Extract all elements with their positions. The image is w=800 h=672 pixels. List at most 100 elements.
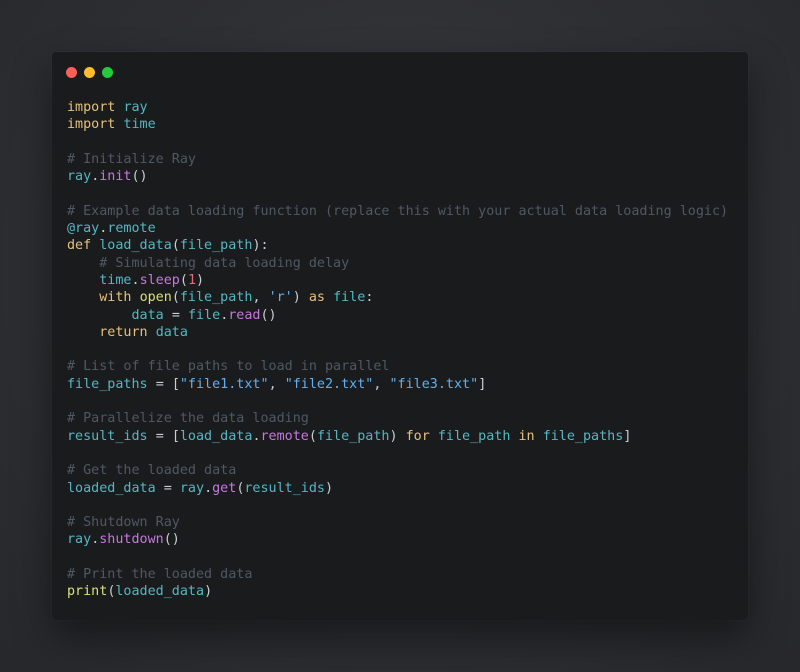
code-token: print bbox=[67, 584, 108, 600]
code-line: def load_data(file_path): bbox=[67, 237, 728, 254]
code-token: . bbox=[204, 480, 213, 496]
code-token: return bbox=[99, 324, 148, 340]
code-line: ray.shutdown() bbox=[67, 531, 728, 548]
code-token: data bbox=[155, 324, 188, 340]
code-token: # Simulating data loading delay bbox=[99, 255, 350, 271]
code-line: ​ bbox=[67, 497, 728, 514]
code-token: sleep bbox=[139, 272, 180, 288]
code-line: import ray bbox=[67, 99, 728, 116]
code-line: ray.init() bbox=[67, 168, 728, 185]
code-line: loaded_data = ray.get(result_ids) bbox=[67, 480, 728, 497]
code-token: file_path bbox=[179, 290, 253, 306]
code-token: shutdown bbox=[99, 532, 164, 548]
code-token: [ bbox=[171, 428, 180, 444]
code-token: data bbox=[131, 307, 164, 323]
code-token: loaded_data bbox=[67, 480, 156, 496]
code-line: import time bbox=[67, 116, 728, 133]
code-token: remote bbox=[260, 428, 309, 444]
zoom-icon[interactable] bbox=[102, 67, 113, 78]
code-token: ) bbox=[292, 290, 301, 306]
code-token: result_ids bbox=[67, 428, 148, 444]
code-line: ​ bbox=[67, 549, 728, 566]
code-token: # List of file paths to load in parallel bbox=[67, 359, 390, 375]
code-token: 'r' bbox=[268, 290, 293, 306]
minimize-icon[interactable] bbox=[84, 67, 95, 78]
code-token: : bbox=[365, 290, 374, 306]
code-token: "file2.txt" bbox=[284, 376, 374, 392]
code-token: # Get the loaded data bbox=[67, 463, 237, 479]
code-token: . bbox=[131, 272, 140, 288]
code-token: file_path bbox=[179, 238, 253, 254]
code-line: # Initialize Ray bbox=[67, 151, 728, 168]
code-line: ​ bbox=[67, 341, 728, 358]
code-token: ( bbox=[171, 238, 180, 254]
code-line: # Example data loading function (replace… bbox=[67, 203, 728, 220]
code-token: ) bbox=[389, 428, 398, 444]
code-token: [ bbox=[171, 376, 180, 392]
code-token: def bbox=[67, 238, 92, 254]
code-window: import rayimport time​# Initialize Rayra… bbox=[52, 52, 748, 620]
code-token: file_paths bbox=[67, 376, 148, 392]
code-token: file bbox=[187, 307, 221, 323]
code-line: data = file.read() bbox=[67, 307, 728, 324]
code-token: = bbox=[155, 428, 164, 444]
code-token: ] bbox=[623, 428, 632, 444]
code-token: init bbox=[99, 169, 132, 185]
code-line: print(loaded_data) bbox=[67, 583, 728, 600]
code-token: # Print the loaded data bbox=[67, 567, 253, 583]
code-token: loaded_data bbox=[115, 584, 205, 600]
code-line: return data bbox=[67, 324, 728, 341]
code-line: # List of file paths to load in parallel bbox=[67, 358, 728, 375]
window-titlebar bbox=[66, 67, 113, 78]
code-line: time.sleep(1) bbox=[67, 272, 728, 289]
code-line: # Shutdown Ray bbox=[67, 514, 728, 531]
code-token: ): bbox=[252, 238, 269, 254]
code-token: with bbox=[99, 290, 132, 306]
code-token: open bbox=[139, 290, 172, 306]
code-token: as bbox=[308, 290, 325, 306]
code-token: file_path bbox=[437, 428, 511, 444]
code-line: # Simulating data loading delay bbox=[67, 255, 728, 272]
code-line: result_ids = [load_data.remote(file_path… bbox=[67, 428, 728, 445]
code-token: ( bbox=[308, 428, 317, 444]
code-token: ( bbox=[179, 272, 188, 288]
code-token: = bbox=[155, 376, 164, 392]
code-token: file_paths bbox=[542, 428, 624, 444]
code-token: ] bbox=[478, 376, 487, 392]
code-line: file_paths = ["file1.txt", "file2.txt", … bbox=[67, 376, 728, 393]
code-token: # Parallelize the data loading bbox=[67, 411, 309, 427]
code-token: remote bbox=[107, 221, 156, 237]
close-icon[interactable] bbox=[66, 67, 77, 78]
code-token: ray bbox=[67, 169, 92, 185]
code-token: read bbox=[228, 307, 261, 323]
code-token: ray bbox=[179, 480, 205, 496]
code-token: "file1.txt" bbox=[179, 376, 269, 392]
code-line: # Parallelize the data loading bbox=[67, 410, 728, 427]
code-token: "file3.txt" bbox=[389, 376, 479, 392]
code-token: = bbox=[163, 480, 172, 496]
code-token: () bbox=[260, 307, 277, 323]
code-line: ​ bbox=[67, 393, 728, 410]
code-token: in bbox=[518, 428, 535, 444]
code-token: get bbox=[212, 480, 237, 496]
code-token: () bbox=[163, 532, 180, 548]
code-token: ray bbox=[67, 532, 92, 548]
code-token: time bbox=[99, 272, 132, 288]
code-token: import bbox=[67, 117, 116, 133]
